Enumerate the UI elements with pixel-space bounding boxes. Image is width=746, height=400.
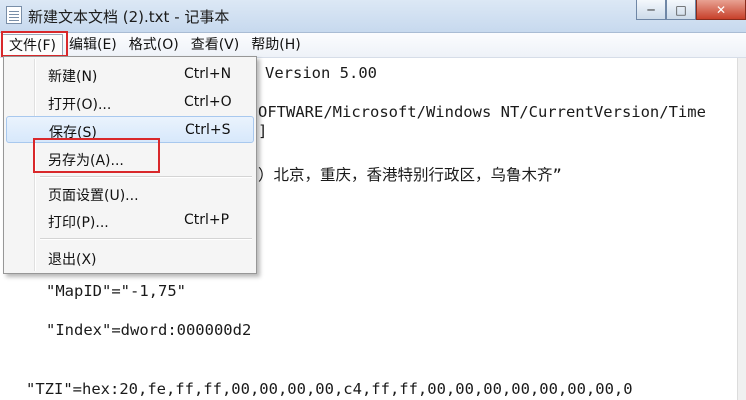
menu-item-label: 页面设置(U)... — [48, 188, 139, 204]
menu-item-open[interactable]: 打开(O)... Ctrl+O — [6, 90, 254, 114]
menu-item-label: 打印(P)... — [48, 215, 109, 231]
menu-bar: 文件(F) 编辑(E) 格式(O) 查看(V) 帮助(H) — [0, 33, 746, 58]
editor-line: "Index"=dword:000000d2 — [46, 321, 252, 339]
menu-item-shortcut: Ctrl+S — [185, 122, 231, 138]
minimize-icon: ─ — [647, 2, 655, 17]
menu-format[interactable]: 格式(O) — [123, 34, 185, 56]
notepad-icon — [6, 6, 22, 24]
file-menu-highlight-box — [1, 31, 68, 57]
minimize-button[interactable]: ─ — [636, 0, 666, 20]
close-button[interactable]: ✕ — [696, 0, 746, 20]
menu-separator — [40, 176, 252, 178]
editor-line: Version 5.00 — [265, 64, 377, 82]
close-icon: ✕ — [715, 2, 727, 17]
menu-item-shortcut: Ctrl+N — [184, 66, 232, 82]
menu-item-page-setup[interactable]: 页面设置(U)... — [6, 181, 254, 205]
menu-item-exit[interactable]: 退出(X) — [6, 245, 254, 269]
editor-line: ] — [258, 122, 268, 140]
menu-item-print[interactable]: 打印(P)... Ctrl+P — [6, 208, 254, 232]
window-controls: ─ □ ✕ — [636, 0, 746, 22]
menu-separator — [40, 238, 252, 240]
save-as-highlight-box — [33, 138, 160, 173]
menu-edit[interactable]: 编辑(E) — [63, 34, 123, 56]
menu-view[interactable]: 查看(V) — [185, 34, 246, 56]
menu-item-shortcut: Ctrl+O — [184, 94, 232, 110]
menu-item-shortcut: Ctrl+P — [184, 212, 230, 228]
menu-item-label: 退出(X) — [48, 252, 97, 268]
menu-item-label: 新建(N) — [48, 69, 98, 85]
title-bar[interactable]: 新建文本文档 (2).txt - 记事本 ─ □ ✕ — [0, 0, 746, 33]
menu-item-new[interactable]: 新建(N) Ctrl+N — [6, 62, 254, 86]
editor-line: "TZI"=hex:20,fe,ff,ff,00,00,00,00,c4,ff,… — [26, 380, 633, 398]
editor-line: ）北京，重庆，香港特别行政区，乌鲁木齐” — [258, 166, 562, 184]
menu-help[interactable]: 帮助(H) — [245, 34, 306, 56]
menu-item-label: 打开(O)... — [48, 97, 112, 113]
maximize-button[interactable]: □ — [666, 0, 696, 20]
vertical-scrollbar[interactable] — [737, 58, 746, 400]
editor-line: OFTWARE/Microsoft/Windows NT/CurrentVers… — [258, 103, 706, 121]
window-title: 新建文本文档 (2).txt - 记事本 — [28, 8, 230, 26]
editor-line: "MapID"="-1,75" — [46, 282, 186, 300]
maximize-icon: □ — [675, 2, 687, 17]
